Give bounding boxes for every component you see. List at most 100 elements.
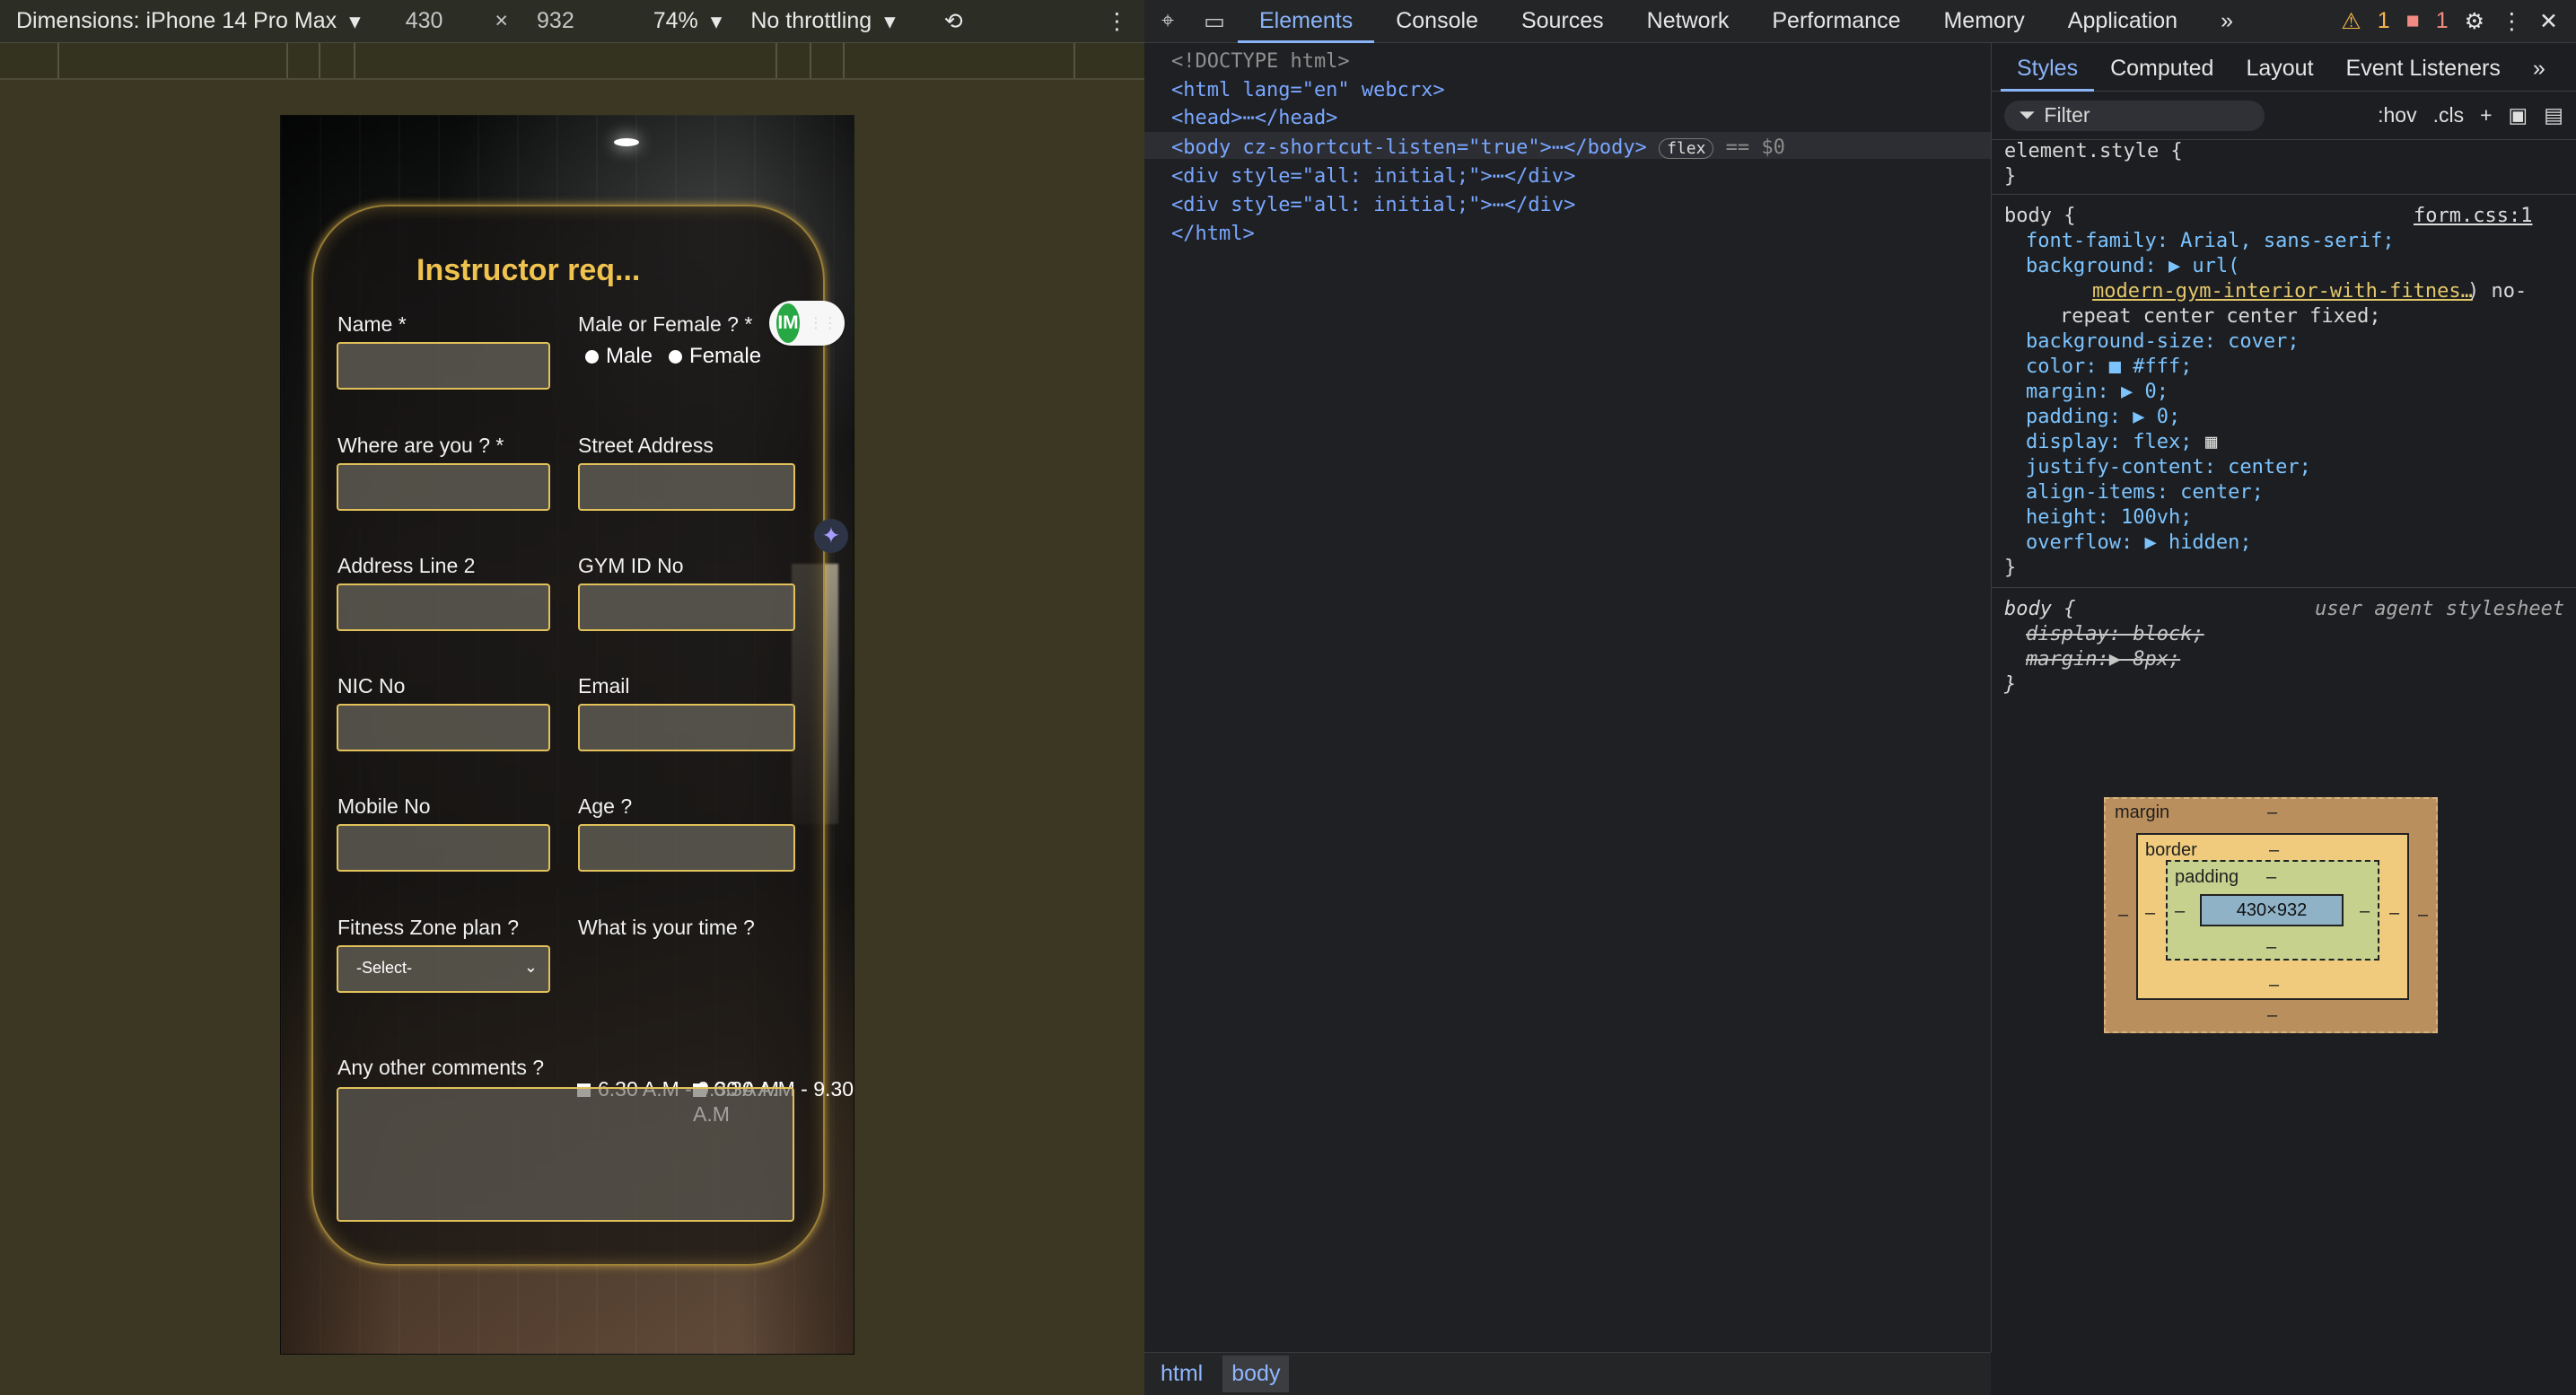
im-badge-icon: IM	[776, 303, 800, 343]
breadcrumb-body[interactable]: body	[1222, 1356, 1290, 1392]
email-input[interactable]	[578, 704, 795, 751]
box-border-right: –	[2389, 903, 2400, 923]
tab-sources[interactable]: Sources	[1500, 0, 1625, 43]
mobile-input[interactable]	[337, 824, 550, 872]
ai-sparkle-icon[interactable]: ✦	[814, 519, 848, 553]
color-picker-icon[interactable]: ▣	[2509, 103, 2528, 127]
padding-rule[interactable]: padding: ▶ 0;	[2026, 406, 2180, 428]
gym-id-input[interactable]	[578, 583, 795, 631]
flex-grid-icon[interactable]: ▦	[2205, 431, 2217, 453]
email-label: Email	[578, 674, 630, 698]
tab-computed[interactable]: Computed	[2094, 56, 2230, 91]
background-image-link[interactable]: modern-gym-interior-with-fitnes…	[2092, 280, 2473, 303]
more-options-icon[interactable]: ⋮	[1106, 8, 1128, 35]
age-input[interactable]	[578, 824, 795, 872]
tab-layout[interactable]: Layout	[2230, 56, 2329, 91]
warning-icon[interactable]: ⚠	[2341, 8, 2361, 35]
inspect-element-icon[interactable]: ⌖	[1144, 8, 1191, 34]
styles-filter-input[interactable]: ⏷ Filter	[2004, 100, 2265, 131]
male-radio-icon[interactable]	[585, 349, 599, 364]
div-line-1[interactable]: <div style="all: initial;">⋯</div>	[1171, 165, 1575, 188]
background-url-tail: ) no-	[2467, 280, 2528, 303]
tab-memory[interactable]: Memory	[1922, 0, 2046, 43]
zoom-chevron-icon[interactable]: ▾	[711, 8, 723, 35]
margin-rule[interactable]: margin: ▶ 0;	[2026, 381, 2169, 403]
overflow-rule[interactable]: overflow: ▶ hidden;	[2026, 531, 2252, 554]
address-line-2-label: Address Line 2	[337, 554, 476, 577]
female-radio-label: Female	[689, 344, 762, 368]
box-margin-left: –	[2118, 905, 2129, 925]
street-address-input[interactable]	[578, 463, 795, 511]
close-icon[interactable]: ✕	[2539, 8, 2558, 35]
html-close-line[interactable]: </html>	[1171, 223, 1255, 245]
css-rules: element.style { } body { form.css:1 font…	[1992, 140, 2576, 750]
device-toolbar-icon[interactable]: ▭	[1191, 8, 1238, 35]
device-width-input[interactable]: 430	[406, 8, 443, 34]
devtools-top-tabs: ⌖ ▭ Elements Console Sources Network Per…	[1144, 0, 2576, 43]
rotate-icon[interactable]: ⟲	[944, 8, 963, 35]
fitness-zone-select[interactable]: -Select- ⌄	[337, 945, 550, 993]
error-icon[interactable]: ■	[2406, 8, 2420, 34]
tab-network[interactable]: Network	[1625, 0, 1751, 43]
chevron-down-icon[interactable]: ▾	[349, 8, 361, 35]
color-rule[interactable]: color: ■ #fff;	[2026, 355, 2192, 378]
body-line[interactable]: <body cz-shortcut-listen="true">⋯</body>…	[1171, 136, 1785, 159]
tab-performance[interactable]: Performance	[1750, 0, 1922, 43]
fitness-zone-label: Fitness Zone plan ?	[337, 916, 520, 939]
filter-icon: ⏷	[2019, 103, 2036, 127]
add-rule-icon[interactable]: +	[2480, 103, 2492, 127]
male-radio-option[interactable]: Male	[585, 344, 653, 369]
chevron-down-icon[interactable]: ⌄	[524, 958, 538, 977]
ceiling-light	[614, 138, 639, 146]
align-items-rule[interactable]: align-items: center;	[2026, 481, 2264, 504]
more-tabs-icon[interactable]: »	[2199, 0, 2255, 43]
elements-pane: <!DOCTYPE html> <html lang="en" webcrx> …	[1144, 43, 1992, 1352]
device-dimensions-dropdown[interactable]: Dimensions: iPhone 14 Pro Max	[16, 8, 337, 34]
tab-application[interactable]: Application	[2046, 0, 2199, 43]
name-input[interactable]	[337, 342, 550, 390]
rule-separator	[1992, 587, 2576, 588]
time-label: What is your time ?	[578, 916, 755, 939]
breadcrumb-html[interactable]: html	[1161, 1361, 1203, 1387]
head-line[interactable]: <head>⋯</head>	[1171, 107, 1337, 129]
gender-radio-group: Male Female	[585, 344, 761, 369]
font-family-rule[interactable]: font-family: Arial, sans-serif;	[2026, 230, 2395, 252]
background-rule[interactable]: background: ▶ url(	[2026, 255, 2239, 277]
female-radio-option[interactable]: Female	[669, 344, 761, 369]
height-rule[interactable]: height: 100vh;	[2026, 506, 2192, 529]
nic-input[interactable]	[337, 704, 550, 751]
device-height-input[interactable]: 932	[537, 8, 574, 34]
top-right-status: ⚠ 1 ■ 1 ⚙ ⋮ ✕	[2341, 8, 2576, 35]
display-rule[interactable]: display: flex;	[2026, 431, 2192, 453]
flex-badge[interactable]: flex	[1659, 138, 1714, 159]
devtools-panel: ⌖ ▭ Elements Console Sources Network Per…	[1144, 0, 2576, 1395]
div-line-2[interactable]: <div style="all: initial;">⋯</div>	[1171, 194, 1575, 216]
tab-console[interactable]: Console	[1374, 0, 1500, 43]
box-padding-top: –	[2266, 867, 2277, 887]
tab-styles[interactable]: Styles	[2001, 56, 2095, 92]
justify-content-rule[interactable]: justify-content: center;	[2026, 456, 2311, 478]
background-size-rule[interactable]: background-size: cover;	[2026, 330, 2300, 353]
tab-elements[interactable]: Elements	[1238, 0, 1375, 43]
sidebar-toggle-icon[interactable]: ▤	[2544, 103, 2563, 127]
location-input[interactable]	[337, 463, 550, 511]
throttling-chevron-icon[interactable]: ▾	[884, 8, 896, 35]
hover-state-toggle[interactable]: :hov	[2378, 103, 2416, 127]
zoom-dropdown[interactable]: 74%	[653, 8, 698, 34]
comments-textarea[interactable]	[337, 1087, 794, 1222]
html-line[interactable]: <html lang="en" webcrx>	[1171, 79, 1445, 101]
settings-icon[interactable]: ⚙	[2465, 8, 2484, 35]
female-radio-icon[interactable]	[669, 349, 683, 364]
more-style-tabs-icon[interactable]: »	[2517, 56, 2562, 91]
form-css-link[interactable]: form.css:1	[2414, 205, 2532, 227]
tab-event-listeners[interactable]: Event Listeners	[2330, 56, 2517, 91]
throttling-dropdown[interactable]: No throttling	[750, 8, 872, 34]
ruler-tick	[1073, 43, 1075, 78]
more-icon[interactable]: ⋮	[2501, 8, 2523, 35]
doctype-line[interactable]: <!DOCTYPE html>	[1171, 50, 1350, 73]
extension-badge-toggle[interactable]: IM ⋮⋮	[769, 301, 845, 346]
address-line-2-input[interactable]	[337, 583, 550, 631]
drag-handle-icon[interactable]: ⋮⋮	[809, 314, 837, 332]
warning-count: 1	[2377, 8, 2390, 33]
class-toggle[interactable]: .cls	[2433, 103, 2465, 127]
